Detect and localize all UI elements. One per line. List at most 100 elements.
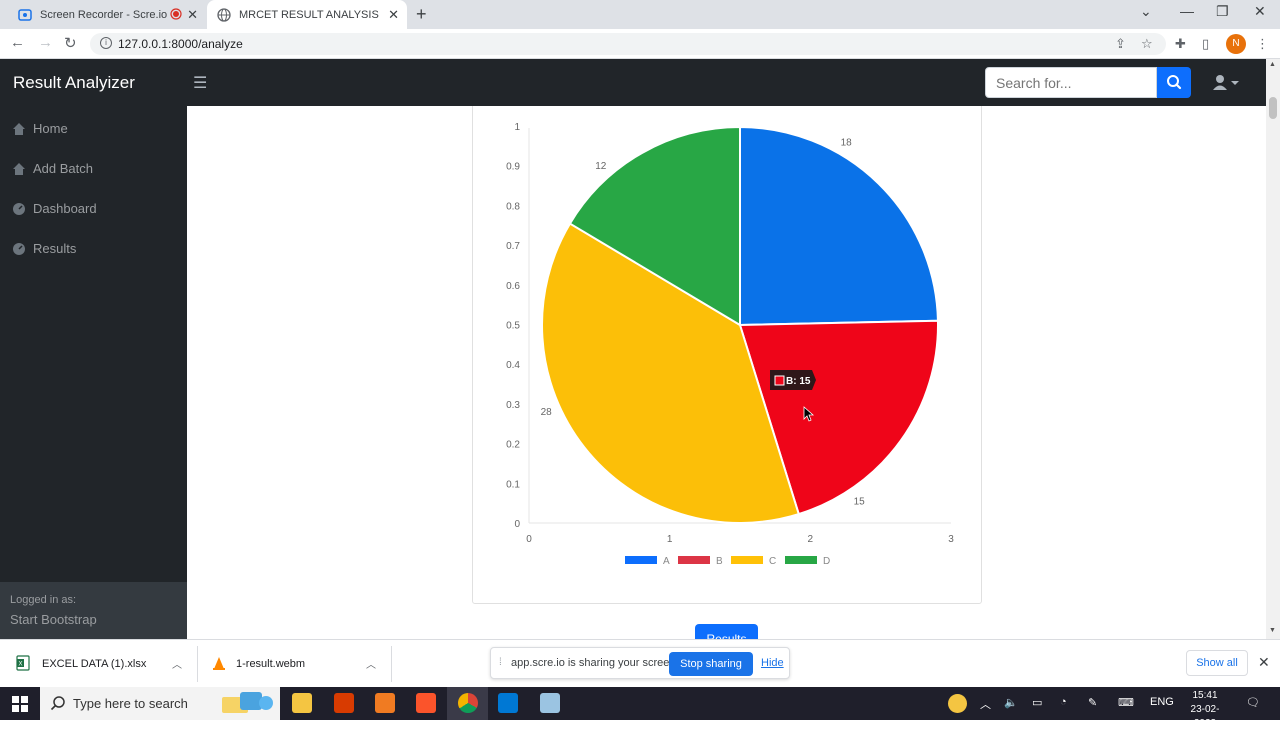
pie-chart: 00.10.20.30.40.50.60.70.80.910 1 2 31815281…: [506, 122, 954, 567]
sidebar-item-dashboard[interactable]: Dashboard: [12, 201, 97, 216]
windows-start-icon[interactable]: [12, 696, 28, 712]
x-tick-label: 2: [808, 534, 814, 545]
reload-icon[interactable]: ↻: [64, 34, 77, 52]
dashboard-icon: [12, 242, 26, 256]
bookmark-star-icon[interactable]: ☆: [1141, 36, 1153, 52]
user-dropdown[interactable]: [1212, 74, 1242, 92]
maximize-icon[interactable]: ❐: [1216, 3, 1229, 20]
chrome-icon[interactable]: [458, 693, 478, 713]
extensions-puzzle-icon[interactable]: ✚: [1175, 36, 1186, 52]
legend-label-d: D: [823, 556, 830, 567]
forward-arrow-icon[interactable]: →: [38, 34, 53, 51]
y-tick-label: 0.6: [506, 281, 520, 292]
svg-text:X: X: [19, 661, 23, 667]
legend-label-c: C: [769, 556, 776, 567]
hide-link[interactable]: Hide: [761, 657, 784, 669]
screen-recorder-favicon-icon: [18, 8, 32, 22]
legend-label-b: B: [716, 556, 723, 567]
sidebar-item-home[interactable]: Home: [12, 121, 68, 136]
keyboard-icon[interactable]: ⌨: [1118, 696, 1134, 709]
x-tick-label: 1: [667, 534, 673, 545]
battery-icon[interactable]: ▭: [1032, 696, 1042, 709]
data-label-c: 28: [541, 407, 553, 418]
brand-title[interactable]: Result Analyizer: [13, 73, 135, 93]
tab-title: MRCET RESULT ANALYSIS: [239, 8, 379, 21]
download-item-excel[interactable]: X EXCEL DATA (1).xlsx ︿: [16, 640, 186, 688]
legend-swatch-a: [625, 556, 657, 564]
y-tick-label: 0.2: [506, 440, 520, 451]
office-icon[interactable]: [334, 693, 354, 713]
tooltip-label: B: 15: [786, 376, 811, 387]
omnibox[interactable]: i 127.0.0.1:8000/analyze: [90, 33, 1166, 55]
chevron-up-icon[interactable]: ︿: [366, 656, 376, 671]
tray-chevron-up-icon[interactable]: ︿: [980, 696, 991, 712]
windows-taskbar: Type here to search ︿ 🔈 ▭ ◔ ✎ ⌨ ENG 15:4…: [0, 687, 1280, 729]
legend-swatch-c: [731, 556, 763, 564]
taskbar-search-box[interactable]: Type here to search: [40, 687, 280, 720]
download-item-webm[interactable]: 1-result.webm ︿: [212, 640, 382, 688]
share-icon[interactable]: ⇪: [1115, 36, 1126, 52]
sidebar-item-label: Results: [33, 241, 77, 256]
chevron-up-icon[interactable]: ︿: [172, 656, 182, 671]
xampp-icon[interactable]: [375, 693, 395, 713]
close-window-icon[interactable]: ✕: [1254, 3, 1266, 20]
search-icon: [50, 695, 66, 716]
search-button[interactable]: [1157, 67, 1191, 98]
sidebar-item-results[interactable]: Results: [12, 241, 76, 256]
y-tick-label: 0.4: [506, 360, 520, 371]
volume-icon[interactable]: 🔈: [1004, 696, 1018, 709]
page-scrollbar[interactable]: ▲ ▼: [1266, 59, 1280, 639]
url-text[interactable]: 127.0.0.1:8000/analyze: [118, 37, 243, 51]
search-icon: [1167, 75, 1182, 90]
search-input[interactable]: [985, 67, 1157, 98]
tab-mrcet-result-analysis[interactable]: MRCET RESULT ANALYSIS ✕: [207, 0, 407, 29]
brave-browser-icon[interactable]: [416, 693, 436, 713]
side-panel-icon[interactable]: ▯: [1202, 36, 1209, 52]
vscode-icon[interactable]: [498, 693, 518, 713]
stop-sharing-button[interactable]: Stop sharing: [669, 652, 753, 676]
help-icon[interactable]: [948, 694, 967, 713]
sidebar-toggle-hamburger-icon[interactable]: ☰: [193, 73, 207, 93]
pen-icon[interactable]: ✎: [1088, 696, 1097, 709]
sidebar-item-label: Home: [33, 121, 68, 136]
y-tick-label: 0.3: [506, 400, 520, 411]
y-tick-label: 0.1: [506, 479, 520, 490]
results-button[interactable]: Results: [695, 624, 758, 639]
y-tick-label: 0.7: [506, 241, 520, 252]
scroll-down-arrow-icon[interactable]: ▼: [1269, 627, 1276, 634]
language-indicator[interactable]: ENG: [1150, 696, 1174, 708]
wifi-icon[interactable]: ◔: [1060, 696, 1067, 708]
screen-share-bar: ⁞ app.scre.io is sharing your screen. St…: [490, 647, 790, 679]
new-tab-button[interactable]: +: [416, 4, 427, 25]
tab-search-chevron-icon[interactable]: ⌄: [1140, 3, 1152, 20]
scroll-up-arrow-icon[interactable]: ▲: [1269, 61, 1276, 68]
divider: [197, 646, 198, 682]
recording-indicator-icon: [170, 8, 182, 23]
home-icon: [12, 162, 26, 176]
minimize-icon[interactable]: —: [1180, 3, 1194, 19]
main-content: 0 0.1 0.2 0.3 0.4 0.5 0.6 0.7 0.8 0.9 1 0 1 2 3 18 15 28 1…: [187, 106, 1266, 639]
y-tick-label: 0.5: [506, 321, 520, 332]
notification-icon[interactable]: 🗨: [1246, 696, 1260, 709]
close-shelf-icon[interactable]: ✕: [1258, 654, 1270, 671]
file-explorer-icon[interactable]: [292, 693, 312, 713]
excel-file-icon: X: [16, 654, 30, 674]
drag-handle-icon[interactable]: ⁞: [499, 657, 502, 668]
notes-app-icon[interactable]: [540, 693, 560, 713]
tab-screen-recorder[interactable]: Screen Recorder - Scre.io ✕: [8, 0, 206, 29]
sidebar-item-add-batch[interactable]: Add Batch: [12, 161, 93, 176]
browser-menu-icon[interactable]: ⋮: [1256, 36, 1269, 52]
tooltip-swatch: [774, 375, 785, 386]
vlc-cone-icon: [212, 656, 226, 673]
close-tab-icon[interactable]: ✕: [187, 7, 198, 23]
show-all-button[interactable]: Show all: [1186, 650, 1248, 676]
close-tab-icon[interactable]: ✕: [388, 7, 399, 23]
scroll-thumb[interactable]: [1269, 97, 1277, 119]
back-arrow-icon[interactable]: ←: [10, 34, 25, 51]
x-tick-label: 3: [948, 534, 954, 545]
system-clock[interactable]: 15:41 23-02-2023: [1180, 689, 1230, 731]
user-icon: [1213, 75, 1239, 90]
profile-avatar[interactable]: N: [1226, 34, 1246, 54]
info-icon[interactable]: i: [100, 37, 112, 49]
app-navbar: Result Analyizer ☰: [0, 59, 1266, 106]
